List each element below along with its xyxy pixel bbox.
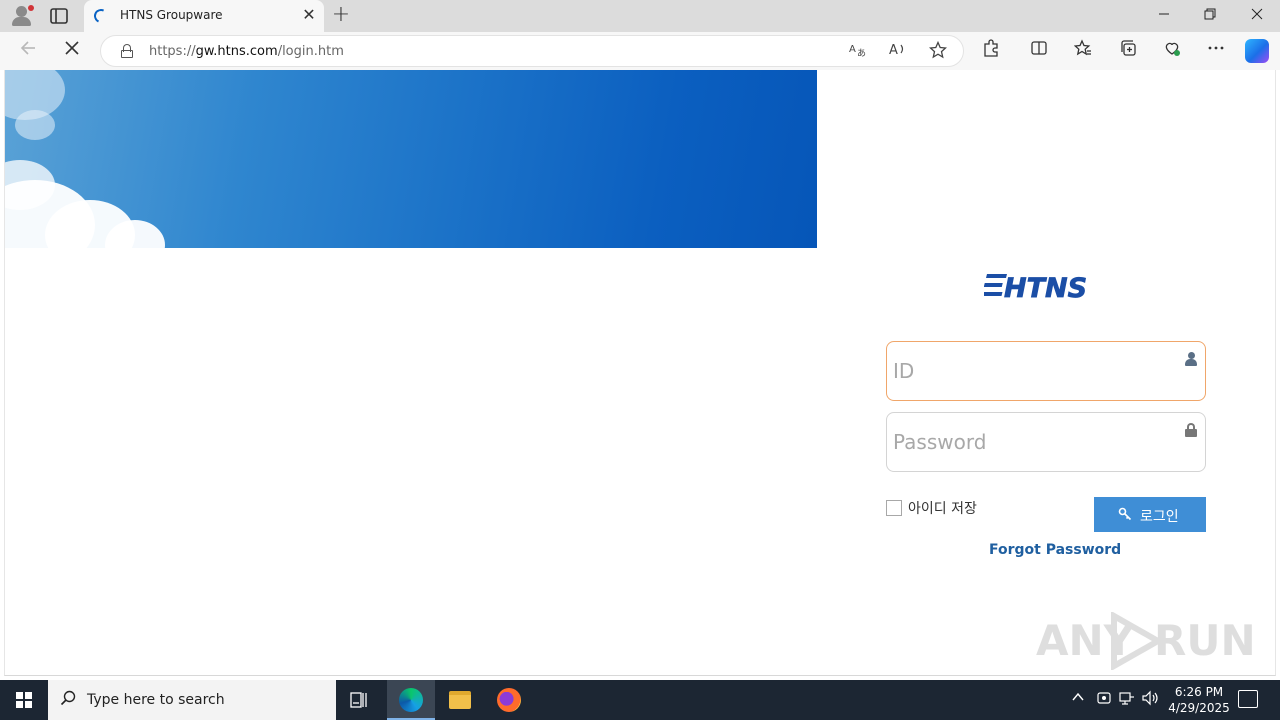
back-arrow-icon[interactable] bbox=[16, 39, 40, 63]
user-icon bbox=[1185, 352, 1197, 366]
logo-text: HTNS bbox=[1004, 273, 1087, 300]
browser-essentials-icon[interactable] bbox=[1160, 39, 1184, 63]
start-button[interactable] bbox=[0, 680, 48, 720]
address-bar[interactable]: https://gw.htns.com/login.htm Aあ A bbox=[100, 35, 964, 67]
translate-icon[interactable]: Aあ bbox=[847, 41, 869, 63]
close-window-button[interactable] bbox=[1234, 0, 1280, 32]
windows-taskbar: Type here to search 6:26 PM 4/29/2025 bbox=[0, 680, 1280, 720]
volume-icon[interactable] bbox=[1142, 690, 1160, 710]
url-text[interactable]: https://gw.htns.com/login.htm bbox=[149, 44, 344, 59]
restore-button[interactable] bbox=[1187, 0, 1233, 32]
tab-title: HTNS Groupware bbox=[120, 8, 223, 22]
search-placeholder: Type here to search bbox=[87, 692, 225, 708]
forgot-password-link[interactable]: Forgot Password bbox=[989, 542, 1121, 558]
windows-logo-icon bbox=[16, 692, 32, 708]
extensions-icon[interactable] bbox=[979, 39, 1003, 63]
new-tab-button[interactable]: + bbox=[330, 4, 352, 26]
network-icon[interactable] bbox=[1119, 690, 1135, 710]
htns-logo: HTNS bbox=[981, 270, 1106, 304]
notification-center-icon[interactable] bbox=[1238, 690, 1258, 708]
tab-htns-groupware[interactable]: HTNS Groupware ✕ bbox=[84, 0, 324, 32]
password-field[interactable] bbox=[886, 412, 1206, 472]
lock-icon bbox=[1185, 423, 1197, 437]
sky-banner-image bbox=[5, 70, 817, 248]
read-aloud-icon[interactable]: A bbox=[887, 41, 909, 63]
lock-icon[interactable] bbox=[121, 44, 133, 58]
taskbar-edge[interactable] bbox=[387, 680, 435, 720]
meet-now-icon[interactable] bbox=[1096, 690, 1112, 710]
tab-actions-icon[interactable] bbox=[50, 8, 68, 24]
edge-icon bbox=[399, 688, 423, 712]
loading-spinner-icon bbox=[92, 7, 110, 25]
collections-icon[interactable] bbox=[1116, 39, 1140, 63]
svg-text:A: A bbox=[889, 43, 898, 57]
browser-toolbar: https://gw.htns.com/login.htm Aあ A bbox=[0, 32, 1280, 70]
close-tab-icon[interactable]: ✕ bbox=[300, 6, 318, 24]
id-field[interactable] bbox=[886, 341, 1206, 401]
task-view-icon[interactable] bbox=[350, 691, 368, 713]
profile-icon[interactable] bbox=[10, 5, 34, 27]
split-screen-icon[interactable] bbox=[1027, 39, 1051, 63]
minimize-button[interactable] bbox=[1141, 0, 1187, 32]
copilot-icon[interactable] bbox=[1245, 39, 1269, 63]
remember-id-checkbox[interactable] bbox=[886, 500, 902, 516]
stop-loading-icon[interactable] bbox=[60, 39, 84, 63]
show-hidden-icons-icon[interactable] bbox=[1071, 690, 1085, 708]
favorite-star-icon[interactable] bbox=[927, 40, 949, 63]
svg-text:A: A bbox=[849, 44, 856, 55]
svg-text:あ: あ bbox=[857, 48, 866, 57]
search-icon bbox=[60, 690, 76, 710]
clock-date: 4/29/2025 bbox=[1168, 701, 1230, 715]
key-icon bbox=[1118, 507, 1132, 524]
system-clock[interactable]: 6:26 PM 4/29/2025 bbox=[1160, 684, 1238, 716]
firefox-icon[interactable] bbox=[497, 688, 521, 712]
login-button[interactable]: 로그인 bbox=[1094, 497, 1206, 532]
remember-id-label[interactable]: 아이디 저장 bbox=[908, 498, 977, 518]
favorites-icon[interactable] bbox=[1071, 39, 1095, 63]
file-explorer-icon[interactable] bbox=[449, 691, 471, 709]
password-input[interactable] bbox=[893, 427, 1173, 457]
login-button-label: 로그인 bbox=[1140, 508, 1179, 524]
more-options-icon[interactable] bbox=[1204, 39, 1228, 63]
taskbar-search-box[interactable]: Type here to search bbox=[48, 680, 336, 720]
browser-tab-bar: HTNS Groupware ✕ + bbox=[0, 0, 1280, 32]
clock-time: 6:26 PM bbox=[1174, 685, 1224, 699]
anyrun-watermark: ANY RUN bbox=[1036, 612, 1256, 670]
id-input[interactable] bbox=[893, 356, 1173, 386]
